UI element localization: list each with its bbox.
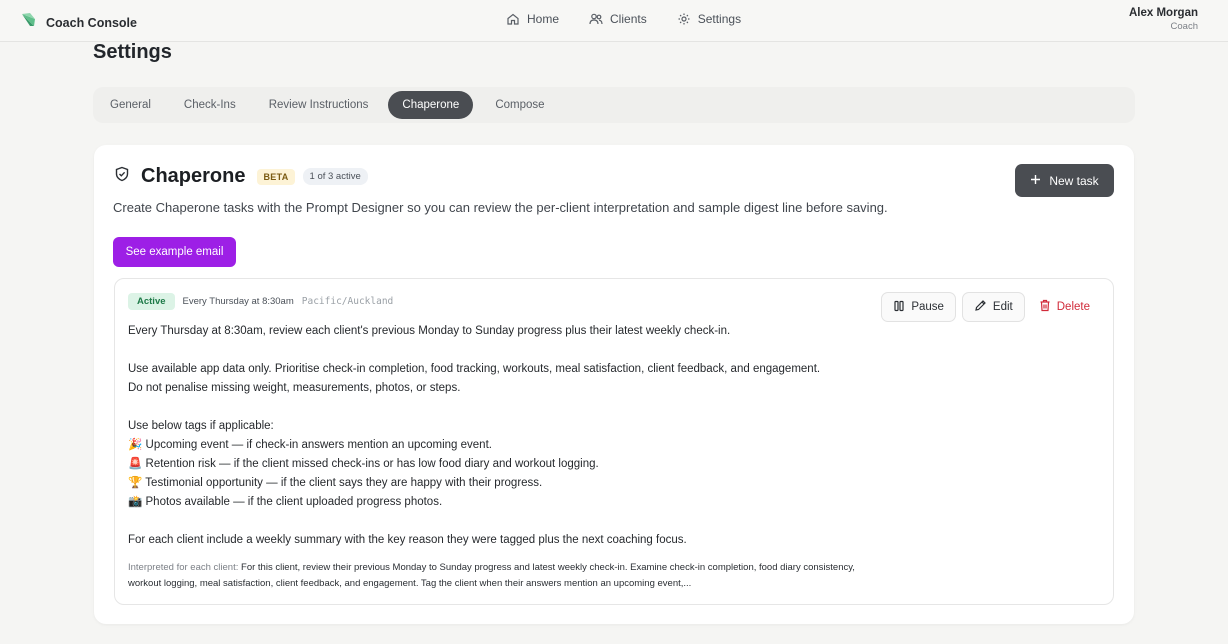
pause-label: Pause [911,301,944,313]
nav-clients[interactable]: Clients [589,12,647,26]
prompt-line: 📸 Photos available — if the client uploa… [128,496,443,508]
prompt-line: Do not penalise missing weight, measurem… [128,382,461,394]
plus-icon [1030,174,1041,188]
prompt-line: For each client include a weekly summary… [128,534,687,546]
card-header: Chaperone BETA 1 of 3 active [114,165,368,188]
tab-compose[interactable]: Compose [484,92,555,118]
brand[interactable]: Coach Console [20,11,137,34]
task-timezone: Pacific/Auckland [301,296,394,307]
interpretation-label: Interpreted for each client: [128,562,239,573]
page-title: Settings [93,41,172,63]
task-meta: Active Every Thursday at 8:30am Pacific/… [128,293,393,310]
user-menu[interactable]: Alex Morgan Coach [1129,7,1198,32]
pencil-icon [974,299,987,315]
interpretation: Interpreted for each client: For this cl… [128,560,868,591]
user-role: Coach [1170,21,1198,32]
prompt-line: Every Thursday at 8:30am, review each cl… [128,325,731,337]
home-icon [507,13,519,25]
beta-badge: BETA [257,168,295,185]
status-badge: Active [128,293,175,310]
nav-home[interactable]: Home [506,12,559,26]
tab-chaperone[interactable]: Chaperone [388,91,474,119]
chaperone-card: Chaperone BETA 1 of 3 active New task Cr… [94,145,1134,624]
nav-home-label: Home [527,12,560,26]
tab-general[interactable]: General [99,92,162,118]
edit-button[interactable]: Edit [961,292,1025,322]
nav-settings-label: Settings [697,12,742,26]
active-count-badge: 1 of 3 active [302,168,368,185]
pause-button[interactable]: Pause [881,292,956,322]
gear-icon [678,13,690,25]
prompt-line: Use available app data only. Prioritise … [128,363,821,375]
prompt-spacer [128,398,988,417]
new-task-button[interactable]: New task [1015,164,1114,197]
main-nav: Home Clients Settings [506,12,741,26]
see-example-email-button[interactable]: See example email [113,237,236,267]
prompt-line: 🎉 Upcoming event — if check-in answers m… [128,439,492,451]
prompt-line: 🏆 Testimonial opportunity — if the clien… [128,477,543,489]
prompt-line: 🚨 Retention risk — if the client missed … [128,458,599,470]
prompt-spacer [128,341,988,360]
tab-review-instructions[interactable]: Review Instructions [258,92,380,118]
new-task-label: New task [1049,173,1099,188]
tab-check-ins[interactable]: Check-Ins [173,92,247,118]
nav-clients-label: Clients [610,12,647,26]
settings-tabs: General Check-Ins Review Instructions Ch… [93,87,1135,123]
delete-label: Delete [1056,301,1090,313]
card-title: Chaperone [141,165,246,187]
user-name: Alex Morgan [1128,7,1198,19]
interpretation-text: For this client, review their previous M… [128,562,855,589]
task-schedule: Every Thursday at 8:30am [182,296,294,307]
task-actions: Pause Edit Delete [881,292,1098,322]
edit-label: Edit [992,301,1013,313]
prompt-spacer [128,512,988,531]
nav-settings[interactable]: Settings [677,12,741,26]
top-bar: Coach Console Home Clients Settings Alex… [0,0,1228,42]
task-prompt: Every Thursday at 8:30am, review each cl… [128,322,988,550]
leaf-logo-icon [20,11,38,34]
pause-icon [893,300,905,315]
task-item: Active Every Thursday at 8:30am Pacific/… [114,278,1114,605]
users-icon [589,13,603,25]
prompt-line: Use below tags if applicable: [128,420,274,432]
shield-icon [114,166,130,187]
card-description: Create Chaperone tasks with the Prompt D… [113,200,888,215]
brand-name: Coach Console [46,15,137,30]
delete-button[interactable]: Delete [1031,292,1098,322]
trash-icon [1039,299,1051,315]
